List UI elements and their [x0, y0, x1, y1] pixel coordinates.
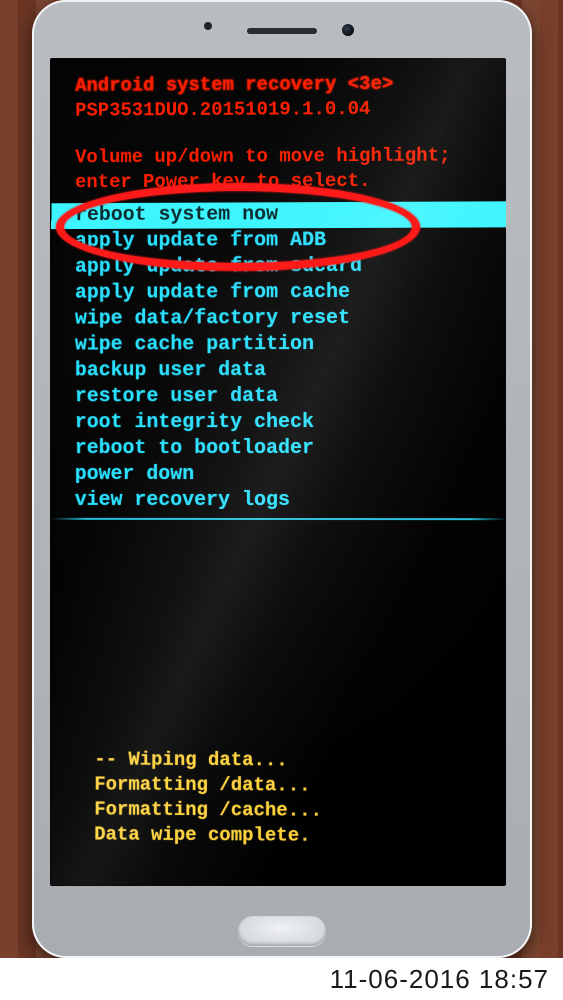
phone-body: Android system recovery <3e> PSP3531DUO.…: [32, 0, 532, 958]
menu-item-update-sdcard[interactable]: apply update from sdcard: [51, 253, 506, 280]
menu-item-wipe-data[interactable]: wipe data/factory reset: [51, 306, 506, 333]
home-button[interactable]: [238, 916, 326, 946]
recovery-log: -- Wiping data... Formatting /data... Fo…: [94, 747, 322, 848]
instructions: Volume up/down to move highlight; enter …: [75, 144, 450, 196]
photo-timestamp: 11-06-2016 18:57: [330, 964, 549, 995]
recovery-menu: reboot system now apply update from ADB …: [51, 201, 506, 514]
menu-item-view-logs[interactable]: view recovery logs: [51, 488, 506, 514]
phone-screen: Android system recovery <3e> PSP3531DUO.…: [50, 58, 506, 886]
log-line: -- Wiping data...: [94, 748, 287, 771]
menu-item-wipe-cache[interactable]: wipe cache partition: [51, 332, 506, 359]
log-line: Formatting /data...: [94, 773, 310, 796]
log-line: Formatting /cache...: [94, 798, 322, 821]
menu-item-power-down[interactable]: power down: [51, 462, 506, 488]
menu-item-reboot-bootloader[interactable]: reboot to bootloader: [51, 436, 506, 462]
instructions-line2: enter Power key to select.: [75, 170, 370, 193]
photo-timestamp-strip: 11-06-2016 18:57: [0, 958, 563, 1000]
log-line: Data wipe complete.: [94, 823, 310, 846]
menu-item-restore-user-data[interactable]: restore user data: [51, 384, 506, 411]
menu-item-backup-user-data[interactable]: backup user data: [51, 358, 506, 385]
recovery-title: Android system recovery <3e>: [75, 72, 393, 98]
proximity-sensor-icon: [204, 22, 212, 30]
earpiece-speaker: [247, 28, 317, 34]
front-camera-icon: [342, 24, 354, 36]
menu-item-update-cache[interactable]: apply update from cache: [51, 279, 506, 306]
menu-divider: [51, 518, 506, 520]
menu-item-root-integrity[interactable]: root integrity check: [51, 410, 506, 436]
menu-item-reboot-system[interactable]: reboot system now: [51, 201, 506, 229]
menu-item-update-adb[interactable]: apply update from ADB: [51, 227, 506, 255]
instructions-line1: Volume up/down to move highlight;: [75, 145, 450, 169]
recovery-build: PSP3531DUO.20151019.1.0.04: [75, 98, 370, 122]
